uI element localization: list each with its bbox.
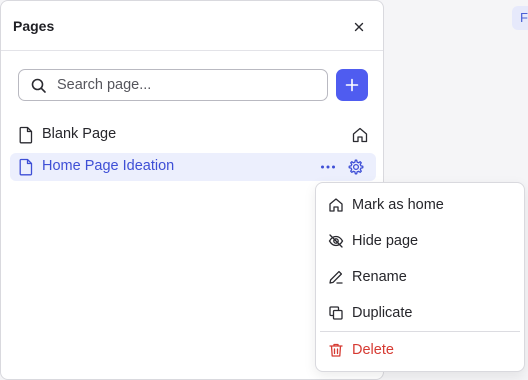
- menu-item-label: Mark as home: [352, 197, 444, 213]
- background-badge[interactable]: F: [512, 6, 528, 30]
- page-label: Home Page Ideation: [42, 158, 175, 174]
- menu-item-label: Delete: [352, 342, 394, 358]
- page-row-home-page-ideation[interactable]: Home Page Ideation: [10, 153, 376, 181]
- menu-item-rename[interactable]: Rename: [320, 261, 520, 293]
- plus-icon: [345, 78, 359, 92]
- gear-icon[interactable]: [347, 158, 365, 176]
- menu-item-duplicate[interactable]: Duplicate: [320, 297, 520, 329]
- home-icon: [352, 127, 368, 143]
- file-icon: [19, 158, 33, 176]
- pencil-icon: [329, 270, 343, 284]
- page-label: Blank Page: [42, 126, 117, 142]
- page-context-menu: Mark as home Hide page Rename Duplicate: [315, 182, 525, 372]
- menu-item-hide-page[interactable]: Hide page: [320, 225, 520, 257]
- eye-off-icon: [328, 234, 344, 248]
- search-icon: [31, 78, 46, 93]
- menu-divider: [320, 331, 520, 332]
- panel-header: Pages: [1, 1, 383, 51]
- home-icon: [329, 198, 343, 212]
- menu-item-mark-as-home[interactable]: Mark as home: [320, 189, 520, 221]
- copy-icon: [329, 306, 343, 320]
- panel-title: Pages: [13, 18, 55, 34]
- file-icon: [19, 126, 33, 144]
- search-input[interactable]: [55, 74, 323, 96]
- search-box[interactable]: [18, 69, 328, 101]
- add-page-button[interactable]: [336, 69, 368, 101]
- page-row-blank-page[interactable]: Blank Page: [10, 121, 376, 149]
- close-icon: [354, 22, 364, 32]
- menu-item-label: Rename: [352, 269, 407, 285]
- trash-icon: [329, 343, 343, 357]
- close-button[interactable]: [349, 17, 369, 37]
- menu-item-label: Duplicate: [352, 305, 413, 321]
- menu-item-delete[interactable]: Delete: [320, 334, 520, 366]
- menu-item-label: Hide page: [352, 233, 419, 249]
- more-horizontal-icon[interactable]: [319, 159, 337, 175]
